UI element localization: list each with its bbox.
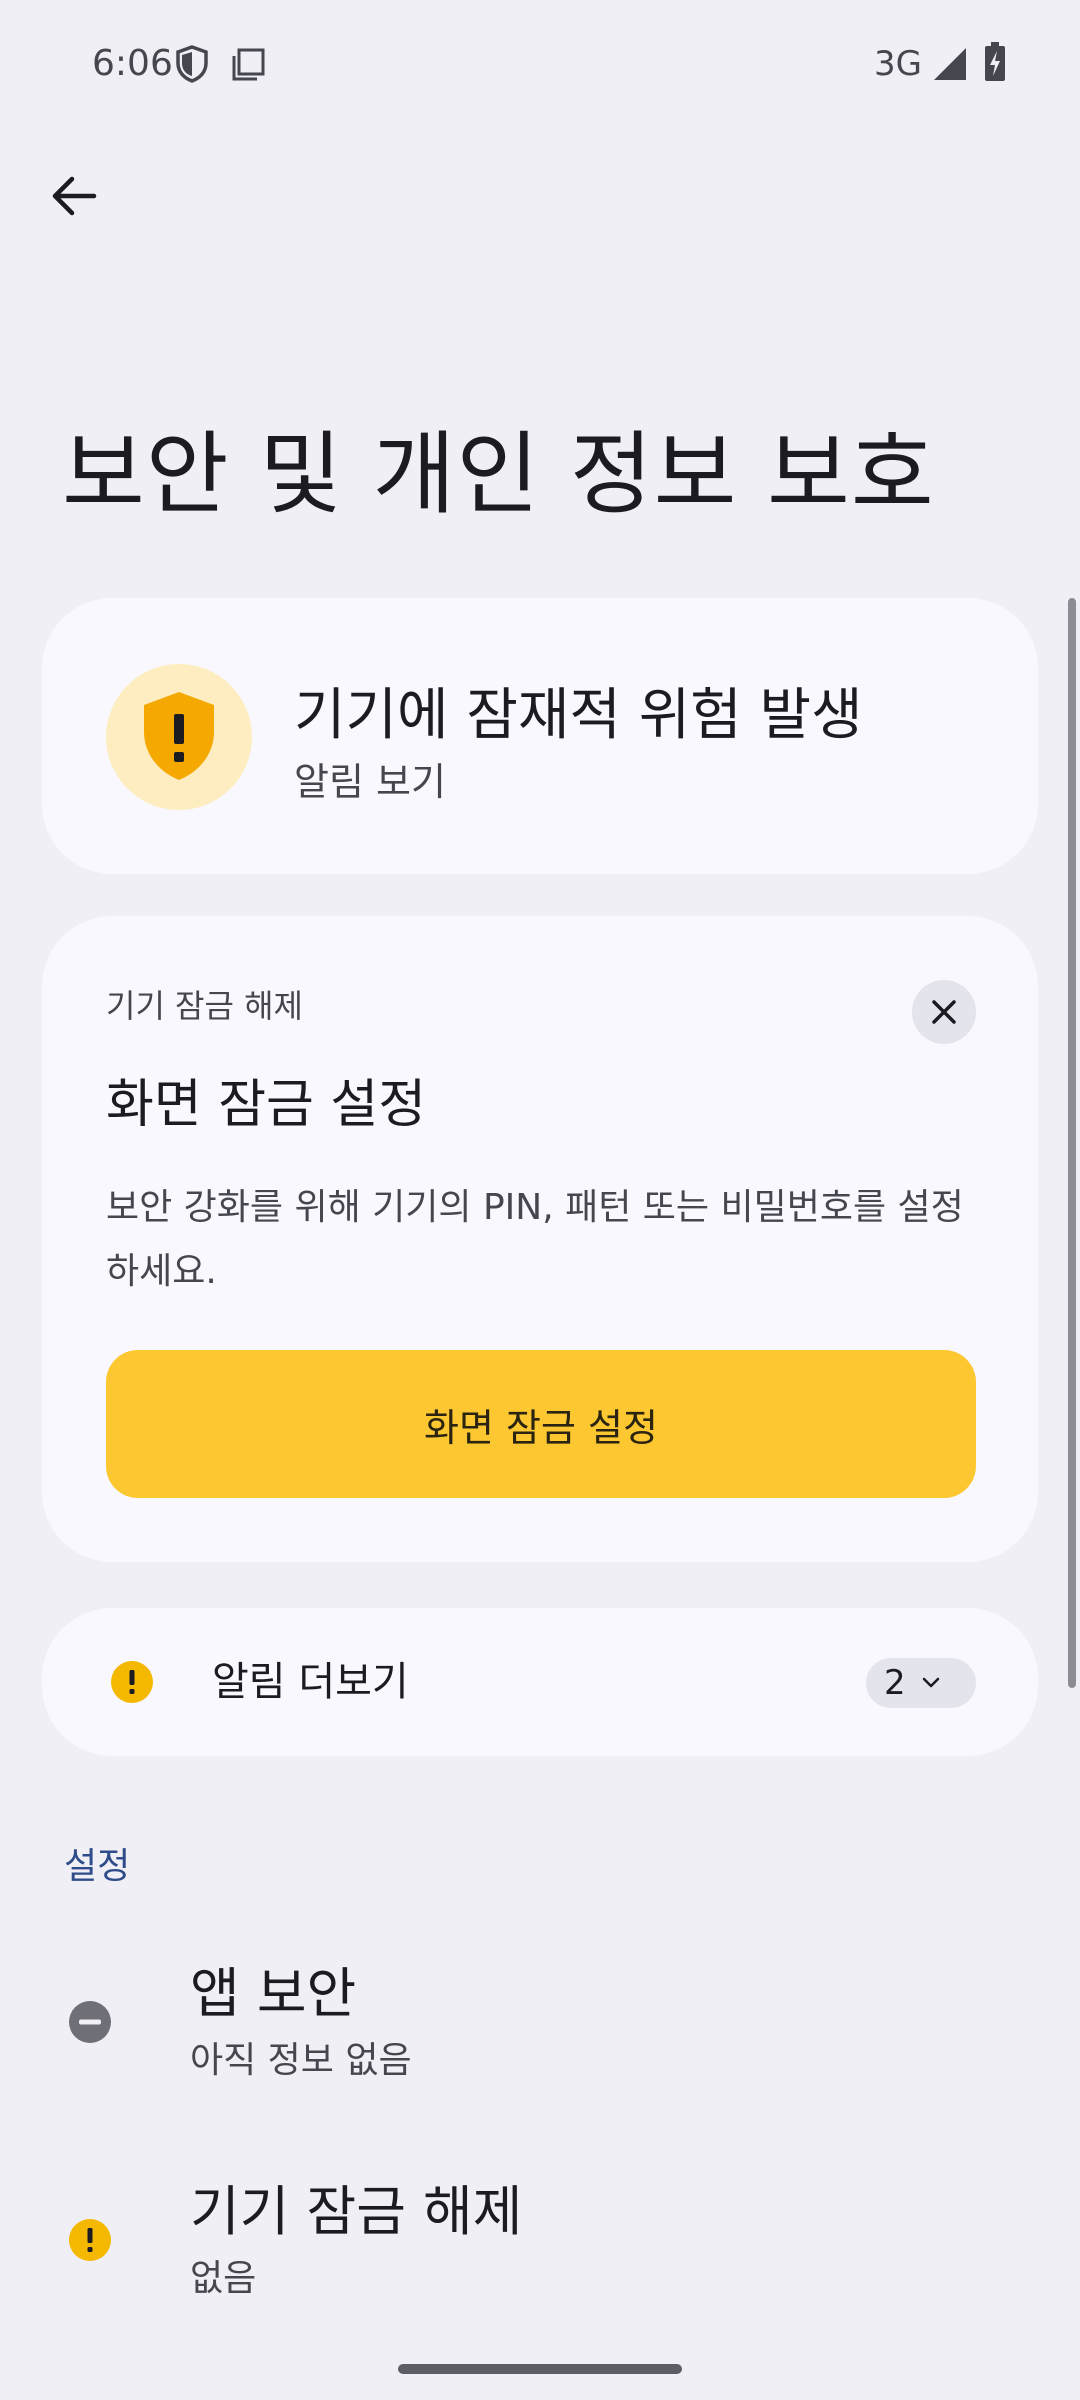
scrollbar[interactable] [1068, 598, 1076, 1688]
warning-icon [69, 2219, 111, 2261]
settings-item-subtitle: 없음 [190, 2258, 257, 2299]
settings-item-subtitle: 아직 정보 없음 [190, 2040, 412, 2081]
set-screen-lock-button[interactable]: 화면 잠금 설정 [106, 1350, 976, 1498]
more-alerts-label: 알림 더보기 [212, 1659, 409, 1705]
screen-icon [232, 48, 265, 81]
close-icon [932, 1000, 956, 1024]
minus-circle-icon [69, 2001, 111, 2043]
dismiss-button[interactable] [912, 980, 976, 1044]
settings-item-title: 앱 보안 [190, 1962, 357, 2025]
lock-card-eyebrow: 기기 잠금 해제 [106, 987, 303, 1025]
settings-section-header: 설정 [64, 1846, 131, 1887]
status-time: 6:06 [92, 43, 173, 84]
network-type: 3G [874, 44, 922, 84]
warning-shield-icon [144, 692, 214, 780]
settings-item-app-security[interactable] [0, 1940, 1080, 2120]
lock-card-body: 보안 강화를 위해 기기의 PIN, 패턴 또는 비밀번호를 설정하세요. [106, 1187, 964, 1292]
gesture-nav-handle[interactable] [398, 2364, 682, 2374]
risk-title: 기기에 잠재적 위험 발생 [294, 683, 863, 748]
page-title: 보안 및 개인 정보 보호 [62, 422, 935, 527]
battery-charging-icon [985, 42, 1005, 81]
signal-icon [934, 48, 966, 80]
shield-icon [176, 45, 208, 83]
view-alerts-link[interactable]: 알림 보기 [294, 756, 446, 808]
settings-item-device-unlock[interactable] [0, 2160, 1080, 2330]
lock-card-title: 화면 잠금 설정 [106, 1075, 427, 1135]
chevron-down-icon [922, 1677, 940, 1688]
settings-item-title: 기기 잠금 해제 [190, 2180, 523, 2243]
arrow-back-icon[interactable] [44, 166, 104, 226]
warning-icon [111, 1661, 153, 1703]
alert-count: 2 [884, 1663, 906, 1703]
